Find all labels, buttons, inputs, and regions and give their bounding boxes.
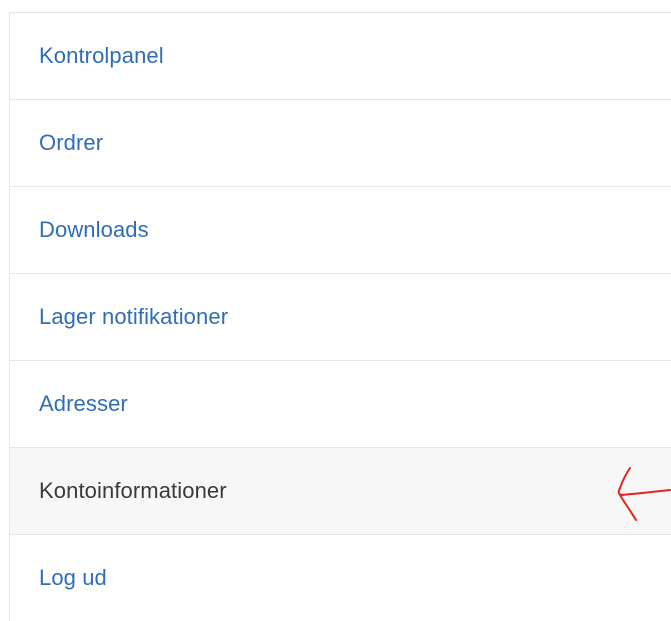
- account-navigation: Kontrolpanel Ordrer Downloads Lager noti…: [9, 12, 671, 621]
- nav-item-downloads[interactable]: Downloads: [10, 187, 671, 274]
- nav-item-lager-notifikationer[interactable]: Lager notifikationer: [10, 274, 671, 361]
- nav-item-kontoinformationer[interactable]: Kontoinformationer: [10, 448, 671, 535]
- nav-item-adresser[interactable]: Adresser: [10, 361, 671, 448]
- hand-drawn-arrow-icon: [617, 467, 671, 521]
- nav-link-kontoinformationer[interactable]: Kontoinformationer: [39, 478, 227, 504]
- nav-item-log-ud[interactable]: Log ud: [10, 535, 671, 621]
- nav-link-log-ud[interactable]: Log ud: [39, 565, 107, 591]
- nav-link-adresser[interactable]: Adresser: [39, 391, 128, 417]
- nav-item-ordrer[interactable]: Ordrer: [10, 100, 671, 187]
- account-page: Kontrolpanel Ordrer Downloads Lager noti…: [0, 0, 671, 621]
- nav-item-kontrolpanel[interactable]: Kontrolpanel: [10, 13, 671, 100]
- nav-link-lager-notifikationer[interactable]: Lager notifikationer: [39, 304, 228, 330]
- nav-link-ordrer[interactable]: Ordrer: [39, 130, 103, 156]
- nav-link-kontrolpanel[interactable]: Kontrolpanel: [39, 43, 164, 69]
- nav-link-downloads[interactable]: Downloads: [39, 217, 149, 243]
